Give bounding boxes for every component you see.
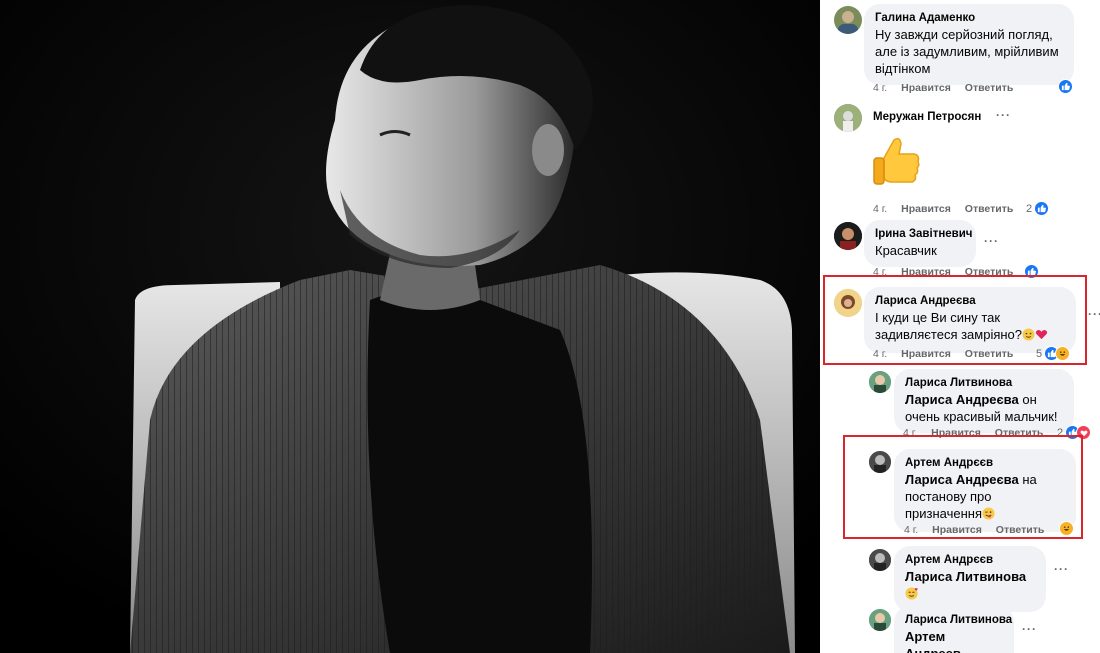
comment-author[interactable]: Лариса Литвинова	[905, 613, 1012, 628]
avatar-photo-icon	[834, 289, 862, 317]
avatar-photo-icon	[834, 222, 862, 250]
comment-author[interactable]: Артем Андрєєв	[905, 553, 1035, 568]
comment-actions: 4 г. Нравится Ответить	[904, 524, 1055, 536]
comment-text: Ну завжди серйозний погляд, але із задум…	[875, 27, 1059, 76]
comment-bubble: Лариса Литвинова Лариса Андреєва он очен…	[894, 369, 1074, 433]
comment-bubble: Лариса Литвинова Артем Андреев	[894, 606, 1014, 653]
comment-bubble: Ірина Завітневич Красавчик	[864, 220, 976, 267]
comment-text: Лариса Андреєва на постанову про признач…	[905, 471, 1065, 524]
winking-tongue-emoji-icon	[982, 507, 995, 524]
avatar-photo-icon	[869, 371, 891, 393]
comment-author[interactable]: Артем Андрєєв	[905, 456, 1065, 471]
comment-actions: 4 г. Нравится Ответить	[873, 348, 1024, 360]
smiling-face-with-hearts-emoji-icon	[905, 587, 919, 604]
comment-author[interactable]: Ірина Завітневич	[875, 227, 972, 242]
like-button[interactable]: Нравится	[901, 348, 951, 360]
reaction-summary[interactable]: 2	[1026, 201, 1050, 216]
comment-text: Красавчик	[875, 243, 937, 258]
comment-bubble: Лариса Андреєва І куди це Ви сину так за…	[864, 287, 1076, 353]
reply-button[interactable]: Ответить	[965, 203, 1014, 215]
comment-age[interactable]: 4 г.	[873, 348, 887, 360]
comment-age[interactable]: 4 г.	[873, 203, 887, 215]
comment-bubble: Артем Андрєєв Лариса Андреєва на постано…	[894, 449, 1076, 532]
haha-reaction-icon	[1055, 346, 1071, 361]
comment-author[interactable]: Лариса Андреєва	[875, 294, 1065, 309]
like-button[interactable]: Нравится	[901, 82, 951, 94]
user-avatar[interactable]	[834, 289, 862, 317]
user-avatar[interactable]	[869, 549, 891, 571]
reaction-summary[interactable]	[1058, 79, 1073, 94]
like-button[interactable]: Нравится	[901, 203, 951, 215]
user-avatar[interactable]	[834, 6, 862, 34]
mention-link[interactable]: Лариса Андреєва	[905, 472, 1019, 487]
avatar-photo-icon	[869, 451, 891, 473]
more-options-icon[interactable]: ···	[984, 234, 999, 248]
red-heart-emoji-icon	[1035, 328, 1048, 345]
comment-text: Лариса Литвинова	[905, 568, 1035, 604]
like-reaction-icon	[1058, 79, 1073, 94]
more-options-icon[interactable]: ···	[1088, 307, 1100, 321]
thumbs-up-emoji	[870, 134, 922, 190]
reply-button[interactable]: Ответить	[965, 348, 1014, 360]
like-button[interactable]: Нравится	[932, 524, 982, 536]
comment-text: І куди це Ви сину так задивляєтеся замрі…	[875, 309, 1065, 345]
reaction-count: 5	[1036, 347, 1043, 360]
reaction-summary[interactable]	[1059, 521, 1074, 536]
post-photo[interactable]	[0, 0, 820, 653]
reaction-summary[interactable]: 5	[1036, 346, 1071, 361]
mention-link[interactable]: Артем Андреев	[905, 629, 961, 653]
comment-actions: 4 г. Нравится Ответить	[873, 82, 1024, 94]
reaction-count: 2	[1026, 202, 1033, 215]
comment-author[interactable]: Меружан Петросян	[873, 110, 981, 125]
avatar-photo-icon	[834, 104, 862, 132]
avatar-photo-icon	[869, 609, 891, 631]
user-avatar[interactable]	[869, 451, 891, 473]
user-avatar[interactable]	[834, 104, 862, 132]
comment-text: Артем Андреев	[905, 628, 1003, 653]
reply-button[interactable]: Ответить	[965, 82, 1014, 94]
comment-age[interactable]: 4 г.	[904, 524, 918, 536]
portrait-photo-image	[0, 0, 820, 653]
comment-bubble: Галина Адаменко Ну завжди серйозний погл…	[864, 4, 1074, 85]
like-reaction-icon	[1034, 201, 1050, 216]
mention-link[interactable]: Лариса Литвинова	[905, 569, 1026, 584]
smiling-face-emoji-icon	[1022, 328, 1035, 345]
mention-link[interactable]: Лариса Андреєва	[905, 392, 1019, 407]
more-options-icon[interactable]: ···	[1054, 562, 1069, 576]
comments-panel: Галина Адаменко Ну завжди серйозний погл…	[820, 0, 1100, 653]
user-avatar[interactable]	[869, 609, 891, 631]
haha-reaction-icon	[1059, 521, 1074, 536]
reply-button[interactable]: Ответить	[996, 524, 1045, 536]
user-avatar[interactable]	[869, 371, 891, 393]
comment-text-body: І куди це Ви сину так задивляєтеся замрі…	[875, 310, 1023, 342]
avatar-photo-icon	[838, 11, 858, 34]
comment-bubble: Артем Андрєєв Лариса Литвинова	[894, 546, 1046, 612]
comment-author[interactable]: Галина Адаменко	[875, 11, 1063, 26]
comment-author[interactable]: Лариса Литвинова	[905, 376, 1063, 391]
more-options-icon[interactable]: ···	[1022, 622, 1037, 636]
user-avatar[interactable]	[834, 222, 862, 250]
more-options-icon[interactable]: ···	[996, 108, 1011, 122]
comment-actions: 4 г. Нравится Ответить	[873, 203, 1024, 215]
avatar-photo-icon	[869, 549, 891, 571]
comment-age[interactable]: 4 г.	[873, 82, 887, 94]
comment-text: Лариса Андреєва он очень красивый мальчи…	[905, 391, 1063, 425]
